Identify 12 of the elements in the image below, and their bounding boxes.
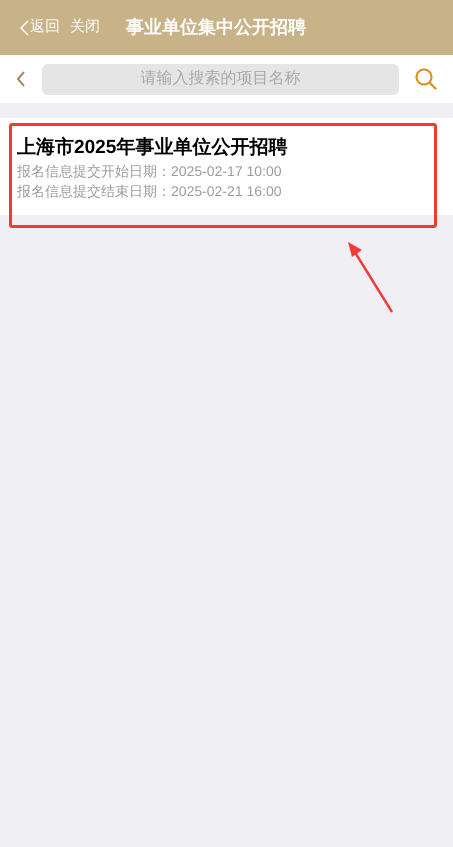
search-field[interactable]: 请输入搜索的项目名称: [42, 64, 399, 94]
arrow: [348, 242, 394, 313]
back-button[interactable]: 返回: [20, 16, 60, 39]
page-title: 事业单位集中公开招聘: [126, 16, 306, 39]
date-text: 报名信息提交开始日期：2025-02-17 10:00: [17, 162, 282, 181]
date-text: 报名信息提交结束日期：2025-02-21 16:00: [17, 182, 282, 201]
back-icon: [20, 20, 29, 36]
back-icon[interactable]: [16, 71, 26, 87]
item-title: 上海市2025年事业单位公开招聘: [17, 136, 288, 160]
close-button[interactable]: 关闭: [70, 16, 100, 39]
search-icon[interactable]: [415, 68, 437, 90]
list-item[interactable]: 上海市2025年事业单位公开招聘 报名信息提交开始日期：2025-02-17 10:00 报名信息提交结束日期：2025-02-21 16:00: [0, 118, 453, 215]
